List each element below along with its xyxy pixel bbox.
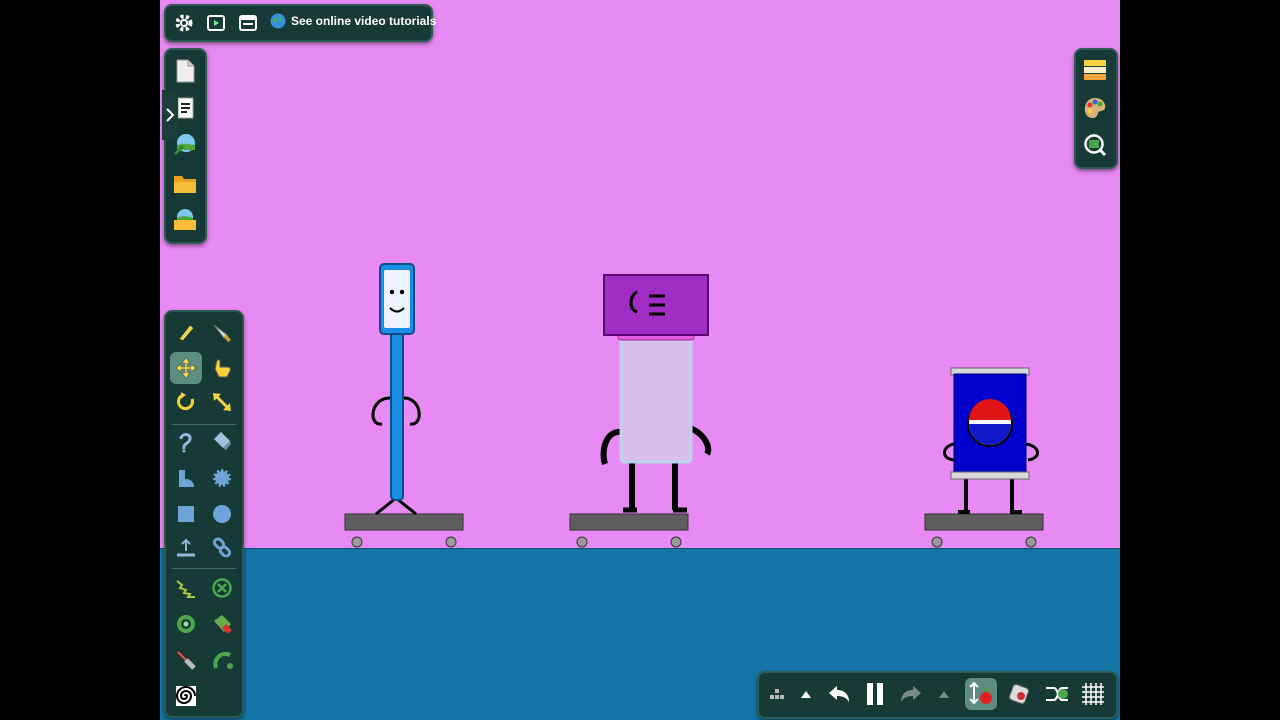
triangle-up-icon xyxy=(939,691,949,698)
grid-icon xyxy=(1082,683,1104,705)
zoom-to-fit-button[interactable] xyxy=(1079,129,1111,161)
spiral-icon xyxy=(175,686,196,706)
move-arrows-icon xyxy=(175,357,197,379)
knife-icon xyxy=(213,324,231,342)
window-icon xyxy=(239,15,257,31)
spring-icon xyxy=(176,580,195,598)
box-icon xyxy=(178,506,194,522)
tool-move[interactable] xyxy=(170,352,202,384)
tool-rope[interactable] xyxy=(170,426,202,458)
tool-tracer[interactable] xyxy=(206,644,238,676)
new-scene-button[interactable] xyxy=(169,55,201,87)
gravity-apple-icon xyxy=(969,681,992,705)
tool-polygon[interactable] xyxy=(170,462,202,494)
tool-plane[interactable] xyxy=(170,532,202,564)
toothbrush-character[interactable] xyxy=(340,258,470,553)
blank-page-icon xyxy=(176,59,195,83)
tool-scale[interactable] xyxy=(206,386,238,418)
palette-icon xyxy=(1084,98,1106,118)
tool-box[interactable] xyxy=(170,498,202,530)
redo-button[interactable] xyxy=(895,678,927,710)
tool-chain[interactable] xyxy=(206,532,238,564)
hand-icon xyxy=(214,359,231,378)
globe-icon xyxy=(270,13,286,29)
laser-icon xyxy=(177,651,196,670)
tool-thruster[interactable] xyxy=(206,608,238,640)
redo-icon xyxy=(901,686,921,702)
chevron-right-icon xyxy=(166,108,175,122)
grid-options-button[interactable] xyxy=(761,678,793,710)
tool-circle[interactable] xyxy=(206,498,238,530)
play-scene-icon xyxy=(207,15,225,31)
gear-icon xyxy=(175,14,193,32)
controllers-button[interactable] xyxy=(1041,678,1073,710)
view-panel xyxy=(1074,48,1118,169)
tool-draw[interactable] xyxy=(170,316,202,348)
undo-icon xyxy=(829,686,849,702)
polygon-icon xyxy=(179,470,194,487)
circle-icon xyxy=(213,505,231,523)
play-scene-button[interactable] xyxy=(200,7,232,39)
file-panel xyxy=(162,48,207,244)
thruster-icon xyxy=(214,615,232,634)
redo-history-button[interactable] xyxy=(931,678,957,710)
tracer-icon xyxy=(213,652,233,669)
tools-panel xyxy=(164,310,244,718)
simulation-canvas[interactable]: 1 m xyxy=(160,0,1120,720)
settings-button[interactable] xyxy=(168,7,200,39)
simulation-toolbar xyxy=(757,671,1118,719)
undo-history-button[interactable] xyxy=(793,678,819,710)
dots-icon xyxy=(770,689,784,699)
tools-divider xyxy=(172,424,236,425)
undo-button[interactable] xyxy=(823,678,855,710)
tool-fixate[interactable] xyxy=(206,572,238,604)
tool-axle[interactable] xyxy=(170,608,202,640)
soda-can-character[interactable] xyxy=(920,360,1050,555)
rope-icon xyxy=(179,433,192,453)
palette-button[interactable] xyxy=(1079,92,1111,124)
tools-divider-2 xyxy=(172,568,236,569)
folder-icon xyxy=(174,176,196,193)
tool-cut[interactable] xyxy=(206,316,238,348)
tool-drag[interactable] xyxy=(206,352,238,384)
control-icon xyxy=(1046,687,1068,701)
gravity-button[interactable] xyxy=(965,678,997,710)
tool-laser[interactable] xyxy=(170,644,202,676)
top-toolbar: See online video tutorials xyxy=(164,4,436,42)
tool-rotate[interactable] xyxy=(170,386,202,418)
landscape-folder-icon xyxy=(174,209,196,230)
window-button[interactable] xyxy=(232,7,264,39)
axle-icon xyxy=(177,615,195,633)
pause-icon xyxy=(867,683,883,705)
rotate-icon xyxy=(176,392,194,411)
collapse-panel-tab[interactable] xyxy=(162,90,178,140)
chain-icon xyxy=(212,537,232,558)
triangle-up-icon xyxy=(801,691,811,698)
friction-icon xyxy=(1009,684,1029,704)
layers-button[interactable] xyxy=(1079,54,1111,86)
pencil-icon xyxy=(177,324,195,342)
gear-shape-icon xyxy=(213,469,231,487)
air-friction-button[interactable] xyxy=(1003,678,1035,710)
grid-button[interactable] xyxy=(1077,678,1109,710)
layers-icon xyxy=(1084,60,1106,80)
scale-arrows-icon xyxy=(213,393,231,411)
open-folder-button[interactable] xyxy=(169,168,201,200)
open-scene-folder-button[interactable] xyxy=(169,204,201,236)
purple-block-character[interactable] xyxy=(565,270,725,555)
tool-gear[interactable] xyxy=(206,462,238,494)
zoom-icon xyxy=(1084,134,1107,157)
pause-button[interactable] xyxy=(859,678,891,710)
tool-hypnotize[interactable] xyxy=(170,680,202,712)
plane-icon xyxy=(177,538,195,557)
tool-eraser[interactable] xyxy=(206,426,238,458)
tool-spring[interactable] xyxy=(170,572,202,604)
tutorials-label: See online video tutorials xyxy=(291,14,437,28)
eraser-icon xyxy=(214,432,231,450)
tutorials-link[interactable]: See online video tutorials xyxy=(270,13,436,29)
fixate-icon xyxy=(212,578,232,598)
